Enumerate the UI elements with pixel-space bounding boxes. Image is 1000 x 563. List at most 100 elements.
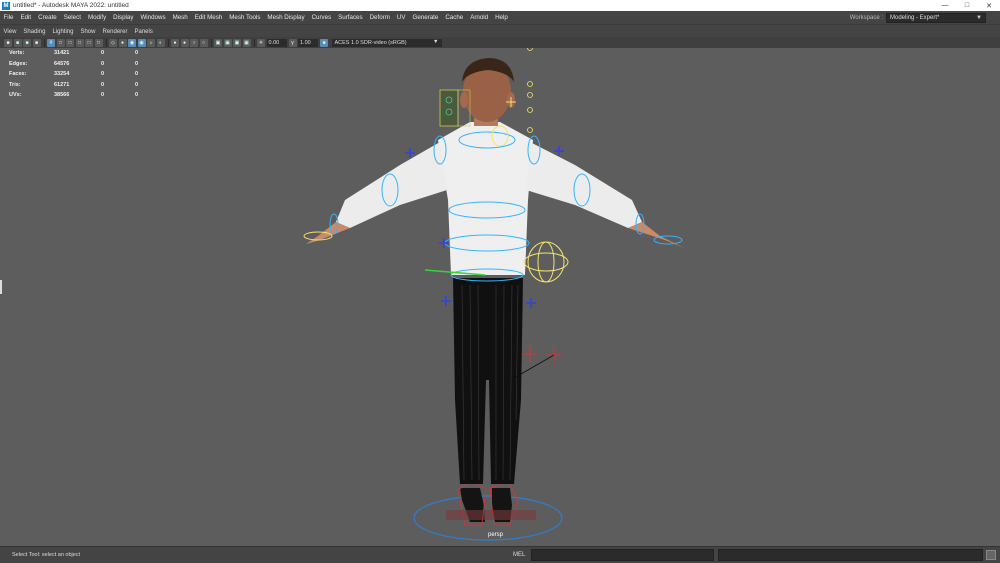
right-sleeve	[526, 142, 642, 228]
gimbal-control-c	[523, 252, 569, 272]
menu-surfaces[interactable]: Surfaces	[335, 14, 366, 21]
hud-row-faces: Faces: 33254 0 0	[9, 69, 155, 80]
maximize-icon[interactable]: □	[956, 0, 978, 11]
smooth-shade-icon[interactable]: ●	[118, 38, 127, 47]
help-line: Select Tool: select an object	[12, 552, 81, 558]
camera-attributes-icon[interactable]: ■	[13, 38, 22, 47]
mel-label[interactable]: MEL	[513, 552, 525, 558]
select-camera-icon[interactable]: ■	[4, 38, 12, 47]
menu-help[interactable]: Help	[492, 14, 512, 21]
motion-blur-icon[interactable]: ●	[180, 38, 189, 47]
panel-menu-shading[interactable]: Shading	[20, 29, 49, 35]
panel-menu-view[interactable]: View	[0, 29, 20, 35]
textured-icon[interactable]: ◉	[137, 38, 146, 47]
menu-cache[interactable]: Cache	[442, 14, 467, 21]
window-title: untitled* - Autodesk MAYA 2022: untitled	[13, 2, 129, 9]
depth-of-field-icon[interactable]: ○	[199, 38, 208, 47]
script-editor-icon[interactable]	[986, 550, 996, 560]
main-menu-bar: File Edit Create Select Modify Display W…	[0, 11, 1000, 25]
panel-menu-show[interactable]: Show	[77, 29, 99, 35]
menu-create[interactable]: Create	[35, 14, 61, 21]
menu-mesh-tools[interactable]: Mesh Tools	[226, 14, 264, 21]
face-control-5	[527, 127, 533, 133]
hud-label: UVs:	[9, 92, 22, 99]
menu-modify[interactable]: Modify	[84, 14, 109, 21]
hud-label: Edges:	[9, 60, 28, 67]
menu-deform[interactable]: Deform	[366, 14, 393, 21]
xray-icon[interactable]: ▣	[223, 38, 232, 47]
panel-menu-lighting[interactable]: Lighting	[49, 29, 77, 35]
resolution-gate-icon[interactable]: □	[66, 38, 74, 47]
menu-edit[interactable]: Edit	[17, 14, 35, 21]
workspace-label: Workspace :	[849, 15, 883, 21]
workspace-dropdown[interactable]: Modeling - Expert* ▼	[886, 13, 986, 23]
hud-value: 0	[101, 92, 105, 99]
panel-menu-panels[interactable]: Panels	[131, 29, 156, 35]
safe-action-icon[interactable]: □	[94, 38, 103, 47]
isolate-select-icon[interactable]: ▣	[214, 38, 222, 47]
ambient-occlusion-icon[interactable]: ●	[171, 38, 179, 47]
shadows-icon[interactable]: ◐	[156, 38, 165, 47]
menu-select[interactable]: Select	[60, 14, 84, 21]
menu-display[interactable]: Display	[110, 14, 137, 21]
lights-icon[interactable]: ☼	[147, 38, 155, 47]
toolbar-divider	[168, 38, 169, 47]
gimbal-control-b	[537, 241, 555, 283]
hud-value: 61271	[54, 81, 70, 88]
hud-row-verts: Verts: 31421 0 0	[9, 48, 155, 59]
command-line-input[interactable]	[531, 549, 714, 561]
title-bar: M untitled* - Autodesk MAYA 2022: untitl…	[0, 0, 1000, 11]
bookmarks-icon[interactable]: ■	[23, 38, 31, 47]
toolbar-divider	[254, 38, 255, 47]
hud-row-tris: Tris: 61271 0 0	[9, 80, 155, 91]
close-icon[interactable]: ✕	[978, 0, 1000, 11]
xray-joints-icon[interactable]: ▣	[233, 38, 241, 47]
hud-value: 0	[101, 60, 105, 67]
image-plane-icon[interactable]: ■	[32, 38, 41, 47]
face-control-4	[527, 107, 533, 113]
minimize-icon[interactable]: —	[934, 0, 956, 11]
menu-curves[interactable]: Curves	[308, 14, 335, 21]
hud-value: 0	[135, 81, 139, 88]
anti-aliasing-icon[interactable]: ○	[190, 38, 198, 47]
menu-mesh[interactable]: Mesh	[169, 14, 191, 21]
scene-svg	[303, 48, 684, 541]
exposure-field[interactable]: 0.00	[266, 38, 287, 47]
hud-label: Verts:	[9, 50, 25, 57]
hud-value: 31421	[54, 50, 70, 57]
viewport-left-handle[interactable]	[0, 280, 2, 294]
menu-generate[interactable]: Generate	[409, 14, 442, 21]
wireframe-on-shaded-icon[interactable]: ◉	[128, 38, 136, 47]
xray-components-icon[interactable]: ▣	[242, 38, 251, 47]
menu-arnold[interactable]: Arnold	[467, 14, 492, 21]
chevron-down-icon: ▼	[433, 38, 439, 45]
workspace-selector: Workspace : Modeling - Expert* ▼	[850, 13, 986, 23]
face-control-1	[527, 48, 533, 51]
wireframe-icon[interactable]: ◇	[109, 38, 117, 47]
perspective-viewport[interactable]: persp	[0, 48, 1000, 546]
hud-row-uvs: UVs: 38566 0 0	[9, 90, 155, 101]
field-chart-icon[interactable]: □	[85, 38, 93, 47]
toolbar-divider	[211, 38, 212, 47]
poly-count-hud: Verts: 31421 0 0 Edges: 64576 0 0 Faces:…	[9, 48, 155, 101]
menu-edit-mesh[interactable]: Edit Mesh	[191, 14, 226, 21]
hud-value: 64576	[54, 60, 70, 67]
panel-menu-renderer[interactable]: Renderer	[99, 29, 131, 35]
gamma-icon[interactable]: γ	[288, 38, 297, 47]
command-result-field	[718, 549, 983, 561]
grid-icon[interactable]: #	[47, 38, 55, 47]
film-gate-icon[interactable]: □	[56, 38, 65, 47]
menu-windows[interactable]: Windows	[137, 14, 169, 21]
color-management-icon[interactable]: ■	[320, 38, 328, 47]
menu-uv[interactable]: UV	[393, 14, 409, 21]
maya-logo-icon: M	[2, 1, 10, 10]
camera-name-label: persp	[488, 532, 504, 538]
view-transform-dropdown[interactable]: ACES 1.0 SDR-video (sRGB) ▼	[331, 38, 442, 47]
gate-mask-icon[interactable]: □	[75, 38, 84, 47]
menu-file[interactable]: File	[0, 14, 17, 21]
gamma-field[interactable]: 1.00	[298, 38, 318, 47]
left-ear	[460, 92, 468, 108]
menu-mesh-display[interactable]: Mesh Display	[264, 14, 308, 21]
exposure-icon[interactable]: ☀	[257, 38, 265, 47]
hud-value: 0	[101, 71, 105, 78]
